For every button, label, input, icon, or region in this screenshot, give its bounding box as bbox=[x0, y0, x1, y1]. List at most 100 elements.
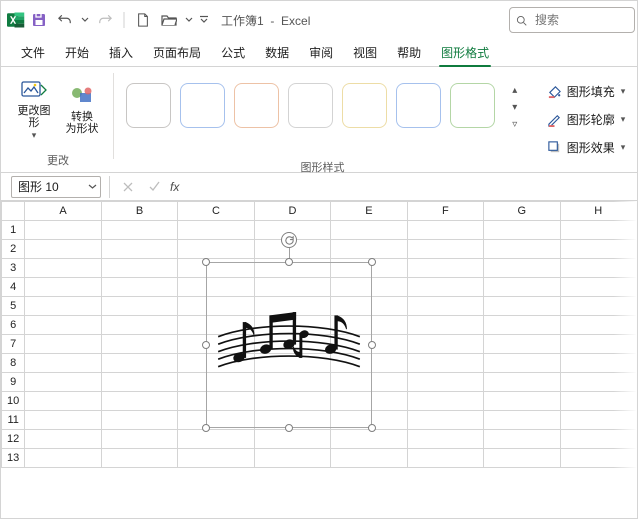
cell[interactable] bbox=[101, 278, 177, 297]
convert-shape-button[interactable]: 转换 为形状 bbox=[61, 73, 103, 145]
cell[interactable] bbox=[25, 240, 101, 259]
cell[interactable] bbox=[560, 430, 636, 449]
formula-input[interactable] bbox=[185, 176, 633, 198]
rotate-handle[interactable] bbox=[281, 232, 297, 248]
row-header[interactable]: 8 bbox=[2, 354, 25, 373]
cell[interactable] bbox=[484, 392, 560, 411]
cell[interactable] bbox=[25, 392, 101, 411]
cell[interactable] bbox=[25, 316, 101, 335]
fx-icon[interactable]: fx bbox=[170, 180, 179, 194]
row-header[interactable]: 12 bbox=[2, 430, 25, 449]
cell[interactable] bbox=[25, 411, 101, 430]
tab-file[interactable]: 文件 bbox=[11, 38, 55, 66]
row-header[interactable]: 11 bbox=[2, 411, 25, 430]
column-header[interactable]: D bbox=[254, 202, 330, 221]
cell[interactable] bbox=[407, 316, 483, 335]
tab-data[interactable]: 数据 bbox=[255, 38, 299, 66]
undo-button[interactable] bbox=[53, 8, 77, 32]
cell[interactable] bbox=[407, 335, 483, 354]
cell[interactable] bbox=[560, 411, 636, 430]
cancel-edit-button[interactable] bbox=[118, 176, 138, 198]
style-preset-2[interactable] bbox=[180, 83, 225, 128]
cell[interactable] bbox=[25, 449, 101, 468]
style-preset-6[interactable] bbox=[396, 83, 441, 128]
cell[interactable] bbox=[560, 259, 636, 278]
cell[interactable] bbox=[407, 259, 483, 278]
cell[interactable] bbox=[101, 297, 177, 316]
name-box[interactable]: 图形 10 bbox=[11, 176, 101, 198]
cell[interactable] bbox=[560, 240, 636, 259]
undo-dropdown[interactable] bbox=[79, 8, 91, 32]
cell[interactable] bbox=[560, 221, 636, 240]
styles-gallery-expand[interactable]: ▿ bbox=[507, 117, 523, 131]
cell[interactable] bbox=[484, 335, 560, 354]
cell[interactable] bbox=[560, 392, 636, 411]
column-header[interactable]: G bbox=[484, 202, 560, 221]
cell[interactable] bbox=[484, 430, 560, 449]
shape-fill-button[interactable]: 图形填充 ▾ bbox=[543, 79, 630, 103]
cell[interactable] bbox=[331, 430, 407, 449]
cell[interactable] bbox=[101, 430, 177, 449]
column-header[interactable]: A bbox=[25, 202, 101, 221]
cell[interactable] bbox=[484, 221, 560, 240]
cell[interactable] bbox=[101, 316, 177, 335]
tab-insert[interactable]: 插入 bbox=[99, 38, 143, 66]
cell[interactable] bbox=[484, 316, 560, 335]
save-button[interactable] bbox=[27, 8, 51, 32]
cell[interactable] bbox=[101, 411, 177, 430]
cell[interactable] bbox=[407, 430, 483, 449]
cell[interactable] bbox=[101, 449, 177, 468]
style-preset-4[interactable] bbox=[288, 83, 333, 128]
cell[interactable] bbox=[407, 354, 483, 373]
cell[interactable] bbox=[484, 297, 560, 316]
cell[interactable] bbox=[560, 335, 636, 354]
cell[interactable] bbox=[484, 354, 560, 373]
cell[interactable] bbox=[25, 297, 101, 316]
cell[interactable] bbox=[407, 449, 483, 468]
cell[interactable] bbox=[560, 373, 636, 392]
cell[interactable] bbox=[25, 259, 101, 278]
cell[interactable] bbox=[407, 297, 483, 316]
selected-shape[interactable] bbox=[206, 262, 372, 428]
new-file-button[interactable] bbox=[131, 8, 155, 32]
tab-view[interactable]: 视图 bbox=[343, 38, 387, 66]
open-file-button[interactable] bbox=[157, 8, 181, 32]
cell[interactable] bbox=[407, 392, 483, 411]
row-header[interactable]: 2 bbox=[2, 240, 25, 259]
cell[interactable] bbox=[407, 278, 483, 297]
cell[interactable] bbox=[560, 354, 636, 373]
redo-button[interactable] bbox=[93, 8, 117, 32]
style-preset-7[interactable] bbox=[450, 83, 495, 128]
cell[interactable] bbox=[560, 449, 636, 468]
column-header[interactable]: F bbox=[407, 202, 483, 221]
tab-home[interactable]: 开始 bbox=[55, 38, 99, 66]
search-box[interactable] bbox=[509, 7, 635, 33]
cell[interactable] bbox=[25, 373, 101, 392]
cell[interactable] bbox=[178, 449, 254, 468]
cell[interactable] bbox=[254, 449, 330, 468]
spreadsheet-grid[interactable]: A B C D E F G H 12345678910111213 bbox=[1, 201, 637, 518]
style-preset-1[interactable] bbox=[126, 83, 171, 128]
cell[interactable] bbox=[101, 335, 177, 354]
cell[interactable] bbox=[101, 240, 177, 259]
cell[interactable] bbox=[178, 221, 254, 240]
cell[interactable] bbox=[560, 278, 636, 297]
cell[interactable] bbox=[560, 297, 636, 316]
cell[interactable] bbox=[25, 335, 101, 354]
styles-scroll-up[interactable]: ▴ bbox=[507, 83, 523, 97]
cell[interactable] bbox=[484, 449, 560, 468]
cell[interactable] bbox=[25, 430, 101, 449]
cell[interactable] bbox=[25, 278, 101, 297]
cell[interactable] bbox=[484, 278, 560, 297]
tab-formulas[interactable]: 公式 bbox=[211, 38, 255, 66]
cell[interactable] bbox=[101, 392, 177, 411]
cell[interactable] bbox=[101, 259, 177, 278]
cell[interactable] bbox=[407, 240, 483, 259]
cell[interactable] bbox=[407, 373, 483, 392]
shape-outline-button[interactable]: 图形轮廓 ▾ bbox=[543, 107, 630, 131]
cell[interactable] bbox=[407, 411, 483, 430]
cell[interactable] bbox=[101, 221, 177, 240]
search-input[interactable] bbox=[533, 12, 628, 28]
row-header[interactable]: 13 bbox=[2, 449, 25, 468]
row-header[interactable]: 1 bbox=[2, 221, 25, 240]
